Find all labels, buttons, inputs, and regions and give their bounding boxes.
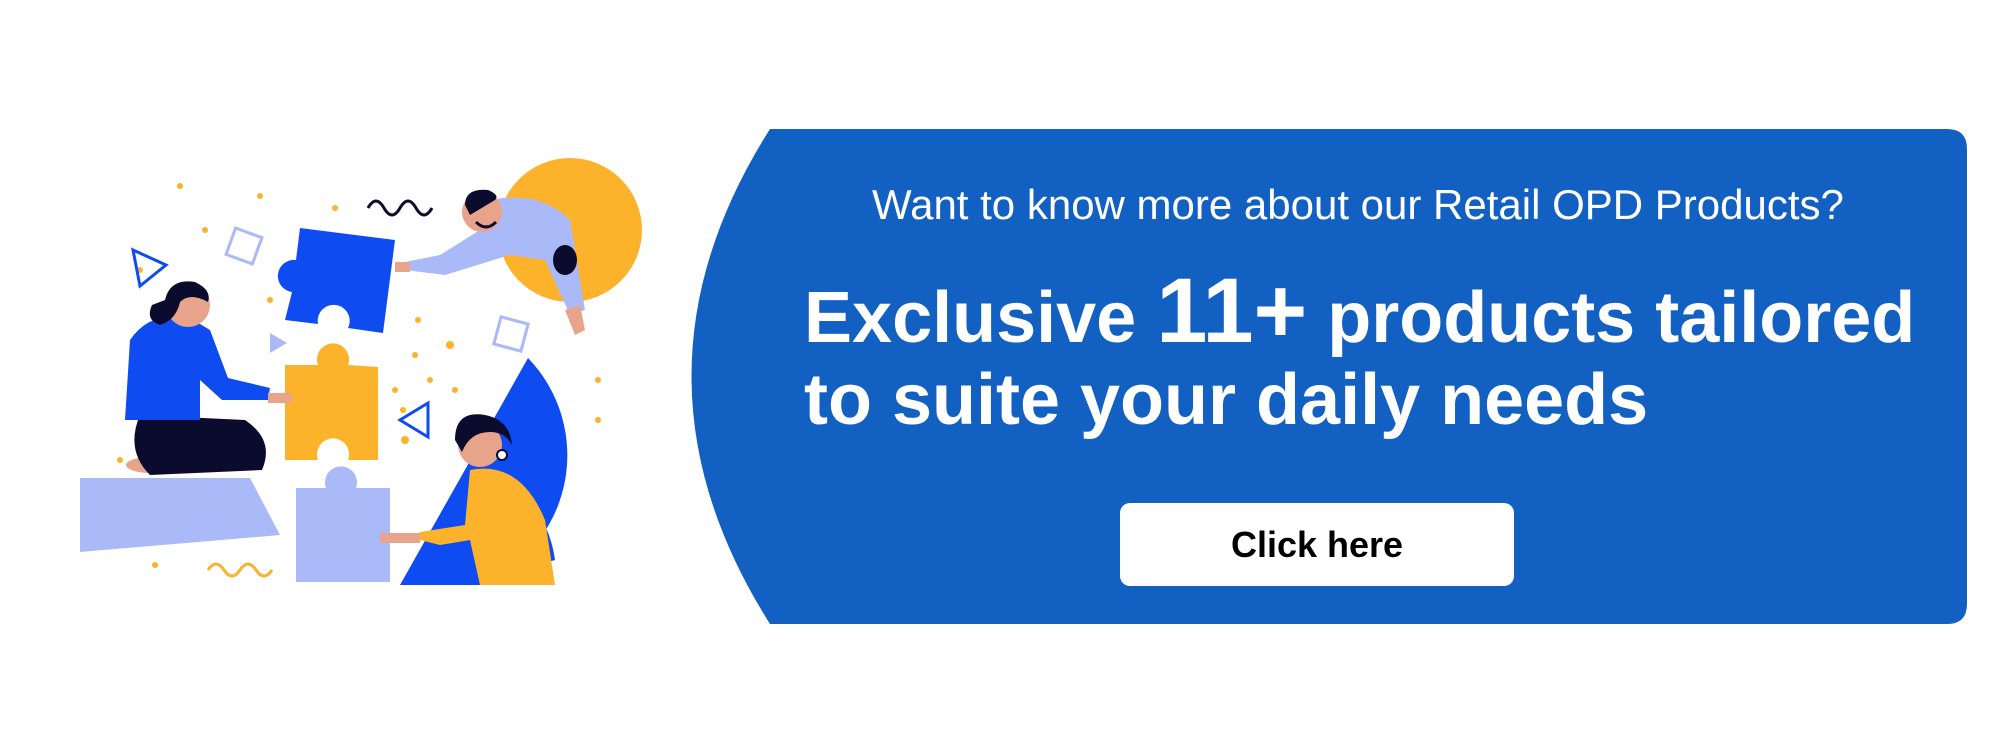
headline-number: 11+ — [1156, 260, 1308, 362]
puzzle-piece-icon — [296, 466, 390, 582]
headline-line2: to suite your daily needs — [804, 360, 1649, 440]
click-here-button[interactable]: Click here — [1120, 503, 1514, 586]
illustration-svg — [80, 158, 642, 585]
square-icon — [492, 315, 530, 353]
headline-prefix: Exclusive — [804, 278, 1157, 358]
puzzle-teamwork-illustration — [0, 0, 680, 750]
person-icon — [125, 281, 292, 475]
triangle-icon — [130, 247, 169, 289]
squiggle-icon — [366, 199, 434, 217]
banner-subtitle: Want to know more about our Retail OPD P… — [872, 181, 1844, 228]
triangle-icon — [270, 333, 287, 353]
puzzle-piece-icon — [277, 228, 395, 333]
puzzle-piece-icon — [285, 343, 378, 460]
squiggle-icon — [206, 562, 274, 578]
banner-headline: Exclusive 11+ products tailored to suite… — [804, 265, 1964, 441]
person-icon — [395, 189, 585, 335]
square-icon — [224, 226, 264, 266]
headline-rest: products tailored — [1307, 278, 1916, 358]
